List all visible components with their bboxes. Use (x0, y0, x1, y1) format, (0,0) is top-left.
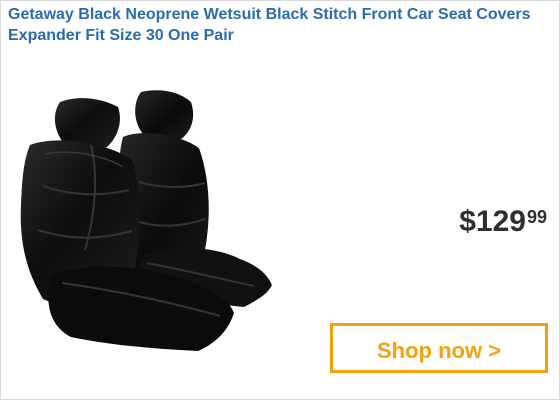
product-price: $12999 (459, 205, 547, 239)
shop-now-label[interactable]: Shop now > (377, 340, 501, 362)
product-ad[interactable]: Getaway Black Neoprene Wetsuit Black Sti… (0, 0, 560, 400)
car-seat-covers-image[interactable] (15, 87, 285, 357)
shop-now-button[interactable]: Shop now > (330, 323, 548, 373)
price-dollars: 129 (475, 205, 526, 238)
product-title[interactable]: Getaway Black Neoprene Wetsuit Black Sti… (8, 4, 548, 46)
product-title-line-2[interactable]: Expander Fit Size 30 One Pair (8, 27, 234, 44)
price-currency: $ (459, 205, 476, 238)
product-title-line-1[interactable]: Getaway Black Neoprene Wetsuit Black Sti… (8, 6, 531, 23)
price-cents: 99 (526, 207, 547, 227)
